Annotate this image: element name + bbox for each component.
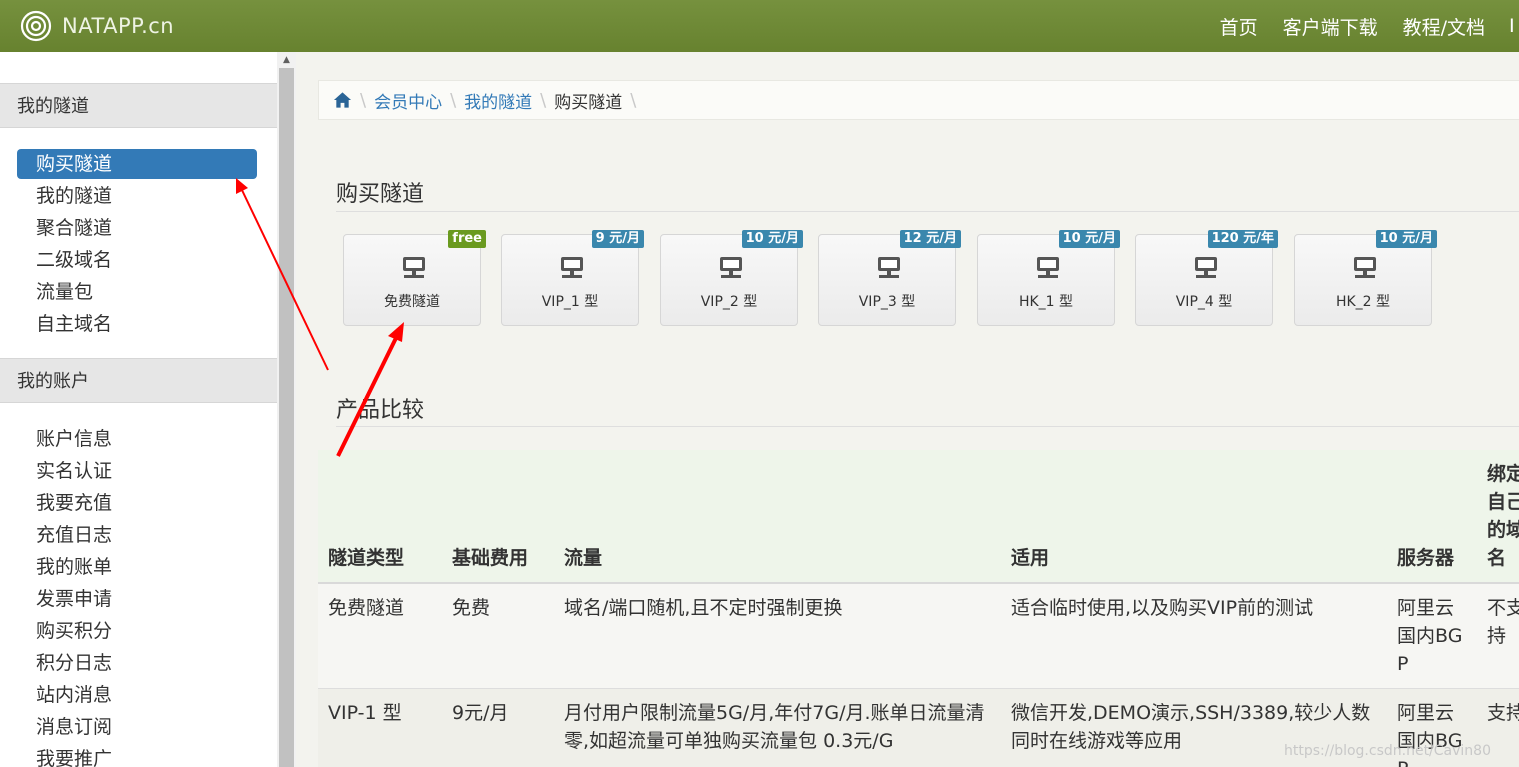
scroll-up-icon[interactable]: ▲ <box>277 52 296 68</box>
server-icon <box>561 257 583 278</box>
breadcrumb: \ 会员中心 \ 我的隧道 \ 购买隧道 \ <box>318 80 1519 120</box>
table-cell: 阿里云国内BGP <box>1387 583 1477 689</box>
plan-card-hk1[interactable]: 10 元/月 HK_1 型 <box>977 230 1120 326</box>
plan-label: VIP_1 型 <box>541 294 599 310</box>
table-header-row: 隧道类型 基础费用 流量 适用 服务器 绑定自己的域名 <box>318 450 1519 584</box>
divider <box>336 211 1519 212</box>
breadcrumb-current: 购买隧道 <box>554 92 623 113</box>
server-icon <box>878 257 900 278</box>
sidebar: 我的隧道 购买隧道 我的隧道 聚合隧道 二级域名 流量包 自主域名 我的账户 账… <box>0 52 278 767</box>
plan-card-hk2[interactable]: 10 元/月 HK_2 型 <box>1294 230 1437 326</box>
sidebar-item-subscriptions[interactable]: 消息订阅 <box>17 712 257 742</box>
nav-more[interactable]: I <box>1509 15 1519 37</box>
plan-card-vip1[interactable]: 9 元/月 VIP_1 型 <box>501 230 644 326</box>
main-content: \ 会员中心 \ 我的隧道 \ 购买隧道 \ 购买隧道 free 免费隧道 9 … <box>296 52 1519 767</box>
sidebar-item-recharge[interactable]: 我要充值 <box>17 488 257 518</box>
brand[interactable]: NATAPP.cn <box>20 8 174 44</box>
comparison-table: 隧道类型 基础费用 流量 适用 服务器 绑定自己的域名 免费隧道 免费 域名/端… <box>318 450 1519 767</box>
natapp-logo-icon <box>20 10 52 42</box>
buy-section-title: 购买隧道 <box>336 182 425 207</box>
sidebar-item-promote[interactable]: 我要推广 <box>17 744 257 767</box>
plan-price-badge: 10 元/月 <box>1058 230 1120 248</box>
sidebar-item-my-tunnels[interactable]: 我的隧道 <box>17 181 257 211</box>
top-navbar: NATAPP.cn 首页 客户端下载 教程/文档 I <box>0 0 1519 52</box>
server-icon <box>1195 257 1217 278</box>
column-header: 服务器 <box>1387 450 1477 584</box>
plan-price-badge: 9 元/月 <box>591 230 644 248</box>
sidebar-item-aggregate-tunnels[interactable]: 聚合隧道 <box>17 213 257 243</box>
sidebar-item-points-log[interactable]: 积分日志 <box>17 648 257 678</box>
server-icon <box>403 257 425 278</box>
nav-docs[interactable]: 教程/文档 <box>1403 13 1485 40</box>
table-cell: VIP-1 型 <box>318 688 442 767</box>
compare-section-title: 产品比较 <box>336 398 425 423</box>
divider <box>336 426 1519 427</box>
breadcrumb-separator: \ <box>360 89 367 111</box>
breadcrumb-my-tunnels[interactable]: 我的隧道 <box>464 88 532 113</box>
plan-price-badge: 10 元/月 <box>741 230 803 248</box>
column-header: 隧道类型 <box>318 450 442 584</box>
plan-card-free[interactable]: free 免费隧道 <box>343 230 486 326</box>
plan-label: HK_1 型 <box>1018 294 1074 310</box>
sidebar-item-my-bills[interactable]: 我的账单 <box>17 552 257 582</box>
brand-name: NATAPP.cn <box>62 14 175 38</box>
plan-price-badge: 120 元/年 <box>1207 230 1278 248</box>
home-icon[interactable] <box>333 91 352 109</box>
breadcrumb-separator: \ <box>450 89 457 111</box>
nav-links: 首页 客户端下载 教程/文档 I <box>1195 0 1519 52</box>
column-header: 绑定自己的域名 <box>1477 450 1519 584</box>
table-row: 免费隧道 免费 域名/端口随机,且不定时强制更换 适合临时使用,以及购买VIP前… <box>318 583 1519 689</box>
plan-card-vip4[interactable]: 120 元/年 VIP_4 型 <box>1135 230 1278 326</box>
breadcrumb-separator: \ <box>630 89 637 111</box>
server-icon <box>1037 257 1059 278</box>
watermark: https://blog.csdn.net/Cavin80 <box>1284 743 1491 759</box>
column-header: 流量 <box>554 450 1001 584</box>
table-cell: 9元/月 <box>442 688 554 767</box>
sidebar-item-buy-points[interactable]: 购买积分 <box>17 616 257 646</box>
plan-label: HK_2 型 <box>1335 294 1391 310</box>
table-cell: 免费 <box>442 583 554 689</box>
breadcrumb-member-center[interactable]: 会员中心 <box>374 88 442 113</box>
table-cell: 免费隧道 <box>318 583 442 689</box>
plan-label: VIP_4 型 <box>1175 294 1233 310</box>
column-header: 基础费用 <box>442 450 554 584</box>
sidebar-item-subdomain[interactable]: 二级域名 <box>17 245 257 275</box>
scrollbar-thumb[interactable] <box>279 68 294 767</box>
sidebar-item-custom-domain[interactable]: 自主域名 <box>17 309 257 339</box>
table-cell: 适合临时使用,以及购买VIP前的测试 <box>1001 583 1387 689</box>
sidebar-item-buy-tunnel[interactable]: 购买隧道 <box>17 149 257 179</box>
breadcrumb-separator: \ <box>540 89 547 111</box>
plan-label: VIP_2 型 <box>700 294 758 310</box>
plan-label: 免费隧道 <box>384 294 440 310</box>
sidebar-section-tunnels[interactable]: 我的隧道 <box>0 83 277 128</box>
table-cell: 月付用户限制流量5G/月,年付7G/月.账单日流量清零,如超流量可单独购买流量包… <box>554 688 1001 767</box>
table-cell: 域名/端口随机,且不定时强制更换 <box>554 583 1001 689</box>
plan-price-badge: 12 元/月 <box>899 230 961 248</box>
server-icon <box>1354 257 1376 278</box>
column-header: 适用 <box>1001 450 1387 584</box>
plan-card-vip2[interactable]: 10 元/月 VIP_2 型 <box>660 230 803 326</box>
sidebar-item-messages[interactable]: 站内消息 <box>17 680 257 710</box>
sidebar-section-account[interactable]: 我的账户 <box>0 358 277 403</box>
nav-home[interactable]: 首页 <box>1220 13 1258 40</box>
sidebar-item-invoice[interactable]: 发票申请 <box>17 584 257 614</box>
table-cell: 不支持 <box>1477 583 1519 689</box>
sidebar-item-account-info[interactable]: 账户信息 <box>17 424 257 454</box>
plan-label: VIP_3 型 <box>858 294 916 310</box>
nav-client-download[interactable]: 客户端下载 <box>1283 13 1378 40</box>
plan-card-vip3[interactable]: 12 元/月 VIP_3 型 <box>818 230 961 326</box>
plan-price-badge: 10 元/月 <box>1375 230 1437 248</box>
sidebar-item-recharge-log[interactable]: 充值日志 <box>17 520 257 550</box>
sidebar-item-traffic-pack[interactable]: 流量包 <box>17 277 257 307</box>
sidebar-item-verification[interactable]: 实名认证 <box>17 456 257 486</box>
sidebar-scrollbar[interactable]: ▲ <box>277 52 296 767</box>
server-icon <box>720 257 742 278</box>
plan-price-badge: free <box>448 230 486 248</box>
